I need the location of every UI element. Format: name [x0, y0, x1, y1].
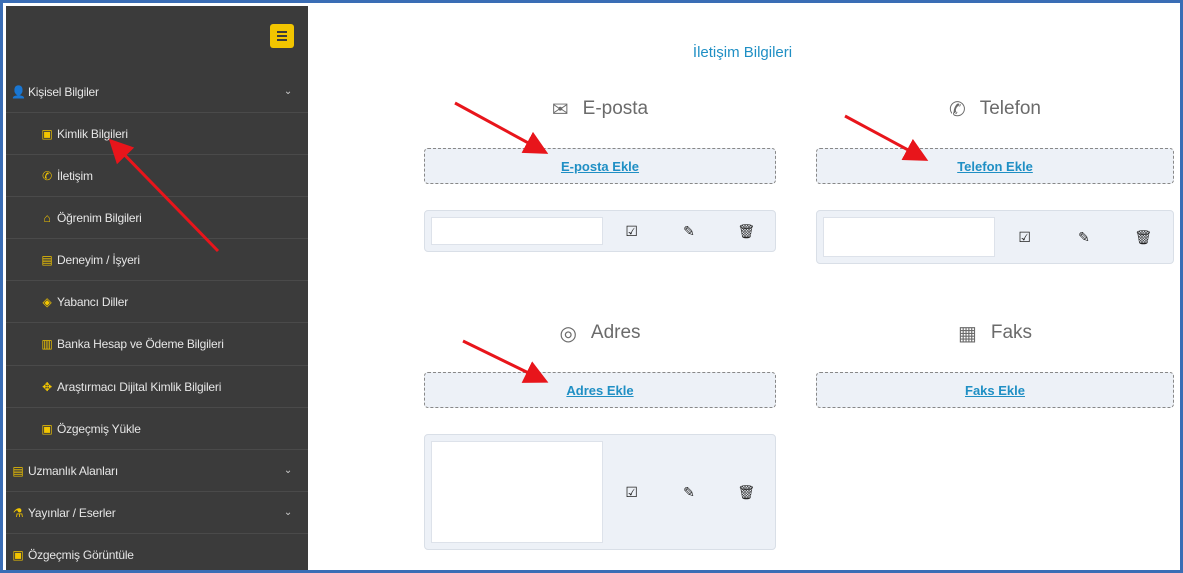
sidebar-item-ogrenim-bilgileri[interactable]: ⌂ Öğrenim Bilgileri [6, 197, 308, 239]
main-content: İletişim Bilgileri ✉ E-posta E-posta Ekl… [308, 6, 1177, 567]
phone-icon: ✆ [42, 168, 52, 183]
sidebar-item-yabanci-diller[interactable]: ◈ Yabancı Diller [6, 281, 308, 323]
address-entry-field[interactable] [431, 441, 603, 543]
sidebar-item-label: Öğrenim Bilgileri [57, 210, 142, 225]
add-fax-link[interactable]: Faks Ekle [965, 383, 1025, 398]
menu-toggle-button[interactable] [270, 24, 294, 48]
approve-checkbox-icon[interactable]: ☑ [1015, 229, 1035, 246]
map-pin-icon: ◎ [559, 322, 577, 345]
edit-pencil-icon[interactable]: ✎ [679, 223, 699, 240]
sidebar-item-label: İletişim [57, 168, 93, 183]
add-email-box: E-posta Ekle [424, 148, 776, 184]
sidebar-item-iletisim[interactable]: ✆ İletişim [6, 155, 308, 197]
add-address-box: Adres Ekle [424, 372, 776, 408]
address-entry-actions: ☑ ✎ 🗑 [603, 435, 775, 549]
bank-icon: ▥ [41, 337, 53, 351]
page-title: İletişim Bilgileri [692, 44, 793, 61]
phone-entry-field[interactable] [823, 217, 995, 257]
email-entry-card: ☑ ✎ 🗑 [424, 210, 776, 252]
phone-section-label: Telefon [979, 98, 1042, 119]
sidebar-item-label: Yayınlar / Eserler [28, 505, 116, 520]
add-address-link[interactable]: Adres Ekle [566, 383, 633, 398]
id-card-icon: ▣ [41, 126, 53, 141]
sidebar-item-label: Yabancı Diller [57, 294, 129, 309]
delete-trash-icon[interactable]: 🗑 [736, 484, 756, 501]
sidebar: 👤 Kişisel Bilgiler ⌄ ▣ Kimlik Bilgileri … [6, 6, 308, 570]
sidebar-item-label: Kimlik Bilgileri [57, 126, 128, 141]
sidebar-item-uzmanlik-alanlari[interactable]: ▤ Uzmanlık Alanları ⌄ [6, 450, 308, 492]
fax-section-label: Faks [990, 322, 1033, 343]
email-entry-field[interactable] [431, 217, 603, 245]
graduation-cap-icon: ⌂ [43, 210, 51, 225]
sidebar-item-yayinlar-eserler[interactable]: ⚗ Yayınlar / Eserler ⌄ [6, 492, 308, 534]
sidebar-item-label: Özgeçmiş Yükle [57, 421, 141, 436]
sidebar-item-label: Deneyim / İşyeri [57, 252, 140, 267]
network-icon: ✥ [42, 379, 52, 394]
delete-trash-icon[interactable]: 🗑 [1133, 229, 1153, 246]
add-email-link[interactable]: E-posta Ekle [561, 159, 639, 174]
sidebar-item-label: Araştırmacı Dijital Kimlik Bilgileri [57, 379, 222, 394]
phone-entry-card: ☑ ✎ 🗑 [816, 210, 1174, 264]
user-icon: 👤 [11, 84, 26, 99]
add-phone-link[interactable]: Telefon Ekle [957, 159, 1033, 174]
email-entry-actions: ☑ ✎ 🗑 [603, 211, 775, 251]
hamburger-icon-bar [277, 31, 287, 33]
phone-icon: ✆ [948, 98, 966, 121]
screenshot-frame: 👤 Kişisel Bilgiler ⌄ ▣ Kimlik Bilgileri … [0, 0, 1183, 573]
id-card-icon: ▣ [41, 421, 53, 436]
hamburger-icon-bar [277, 39, 287, 41]
flask-icon: ⚗ [12, 505, 24, 520]
email-section-title: ✉ E-posta [424, 94, 776, 124]
sidebar-item-label: Kişisel Bilgiler [28, 84, 99, 99]
sidebar-item-kimlik-bilgileri[interactable]: ▣ Kimlik Bilgileri [6, 113, 308, 155]
edit-pencil-icon[interactable]: ✎ [1074, 229, 1094, 246]
sidebar-item-label: Uzmanlık Alanları [28, 463, 118, 478]
id-card-icon: ▣ [12, 548, 24, 562]
address-entry-card: ☑ ✎ 🗑 [424, 434, 776, 550]
add-phone-box: Telefon Ekle [816, 148, 1174, 184]
address-section-label: Adres [590, 322, 641, 343]
approve-checkbox-icon[interactable]: ☑ [622, 484, 642, 501]
fax-section-title: ▦ Faks [816, 318, 1174, 348]
delete-trash-icon[interactable]: 🗑 [736, 223, 756, 240]
phone-entry-actions: ☑ ✎ 🗑 [995, 211, 1173, 263]
briefcase-icon: ▤ [41, 252, 53, 267]
language-icon: ◈ [42, 294, 52, 309]
chevron-down-icon: ⌄ [283, 86, 292, 97]
sidebar-item-label: Banka Hesap ve Ödeme Bilgileri [57, 337, 224, 351]
hamburger-icon-bar [277, 35, 287, 37]
phone-section-title: ✆ Telefon [816, 94, 1174, 124]
sidebar-item-deneyim-isyeri[interactable]: ▤ Deneyim / İşyeri [6, 239, 308, 281]
briefcase-icon: ▤ [12, 463, 24, 478]
chevron-down-icon: ⌄ [283, 507, 292, 518]
sidebar-item-label: Özgeçmiş Görüntüle [28, 548, 134, 562]
sidebar-item-banka-hesap[interactable]: ▥ Banka Hesap ve Ödeme Bilgileri [6, 323, 308, 366]
sidebar-item-ozgecmis-yukle[interactable]: ▣ Özgeçmiş Yükle [6, 408, 308, 450]
chevron-down-icon: ⌄ [283, 465, 292, 476]
edit-pencil-icon[interactable]: ✎ [679, 484, 699, 501]
approve-checkbox-icon[interactable]: ☑ [622, 223, 642, 240]
email-section-label: E-posta [582, 98, 649, 119]
fax-icon: ▦ [957, 322, 977, 345]
sidebar-item-kisisel-bilgiler[interactable]: 👤 Kişisel Bilgiler ⌄ [6, 71, 308, 113]
envelope-icon: ✉ [551, 98, 569, 121]
sidebar-item-ozgecmis-goruntule[interactable]: ▣ Özgeçmiş Görüntüle [6, 534, 308, 570]
address-section-title: ◎ Adres [424, 318, 776, 348]
sidebar-item-arastirmaci-dijital-kimlik[interactable]: ✥ Araştırmacı Dijital Kimlik Bilgileri [6, 366, 308, 408]
add-fax-box: Faks Ekle [816, 372, 1174, 408]
